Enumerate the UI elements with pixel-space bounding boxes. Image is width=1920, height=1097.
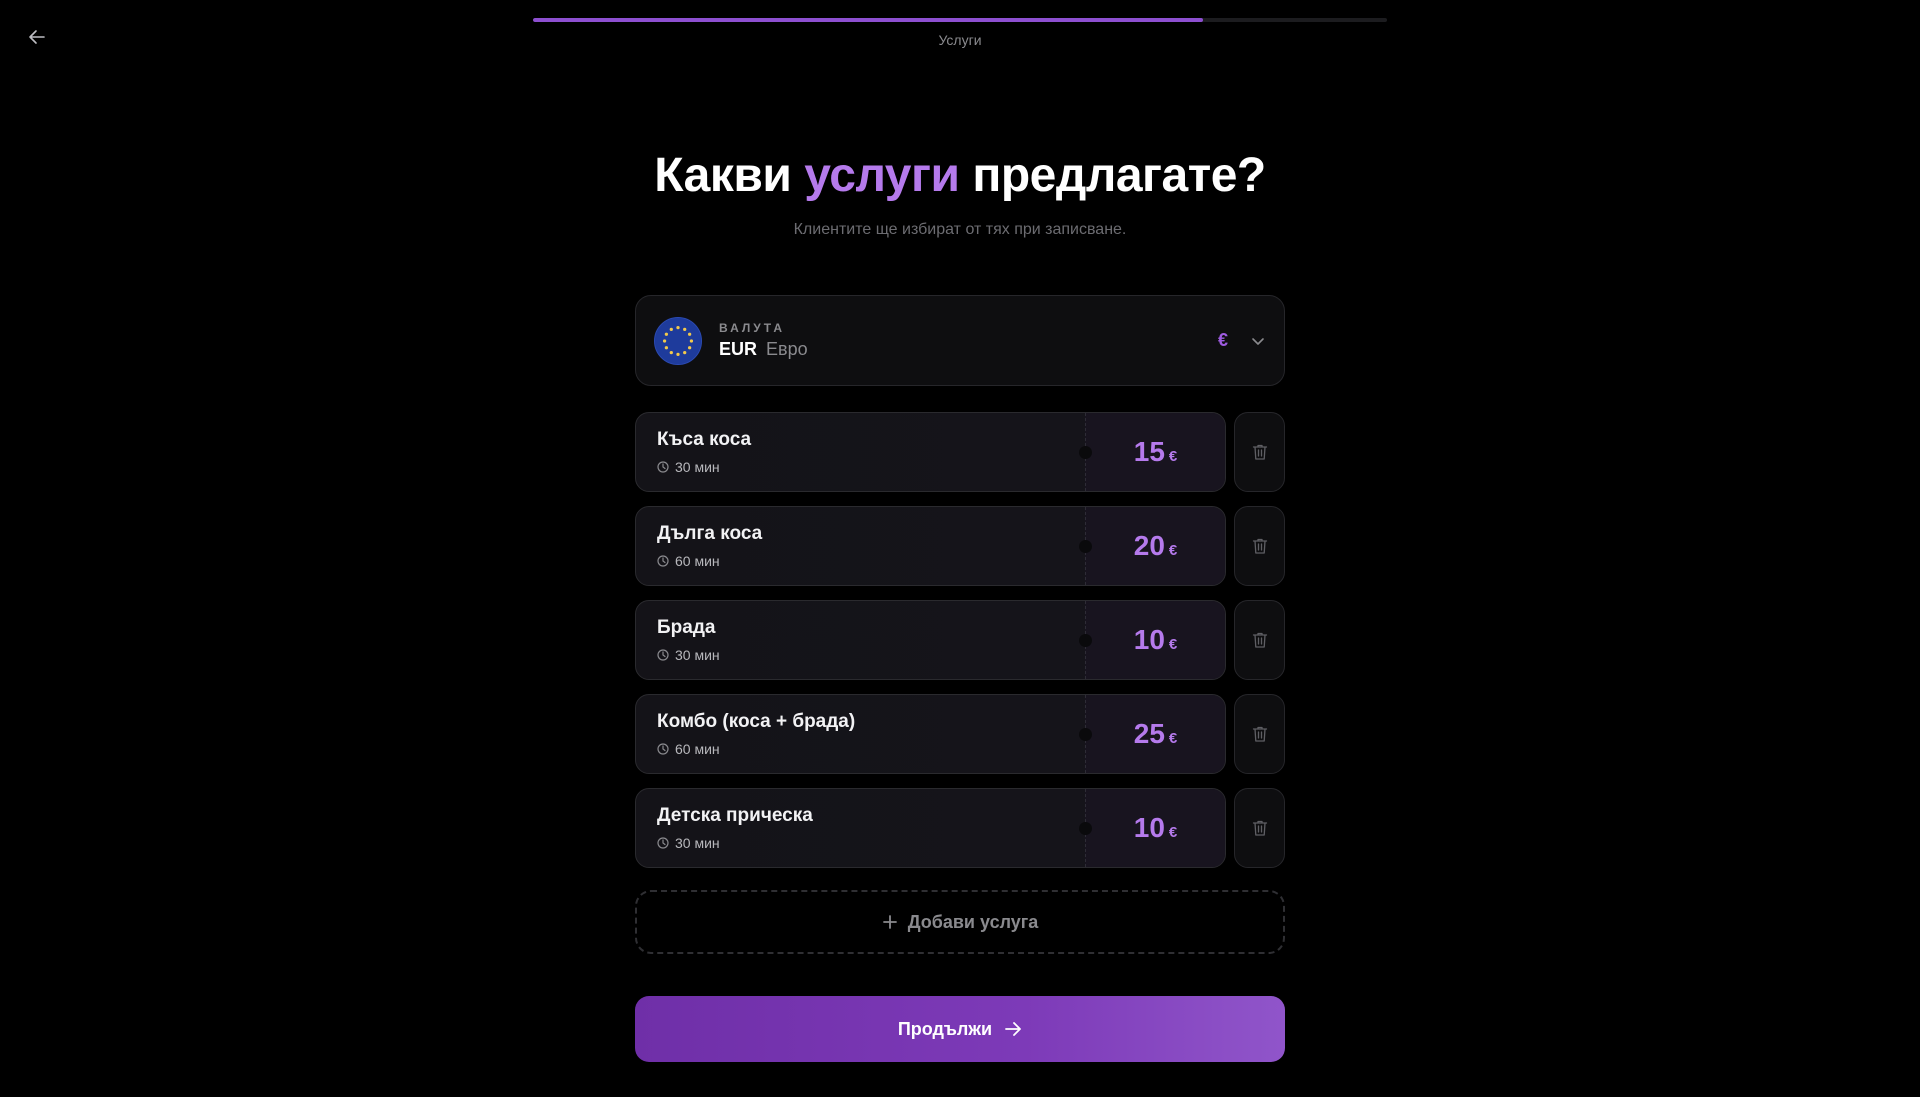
service-card[interactable]: Дълга коса 60 мин 20 € <box>635 506 1226 586</box>
duration-text: 30 мин <box>675 459 720 475</box>
clock-icon <box>657 461 669 473</box>
service-name: Брада <box>657 617 716 638</box>
clock-icon <box>657 555 669 567</box>
service-name: Детска прическа <box>657 805 813 826</box>
service-name: Къса коса <box>657 429 752 450</box>
service-row: Детска прическа 30 мин 10 € <box>635 788 1285 868</box>
price-currency: € <box>1168 448 1178 465</box>
duration-text: 30 мин <box>675 647 720 663</box>
delete-service-button[interactable] <box>1234 600 1285 680</box>
clock-icon <box>657 743 669 755</box>
duration-text: 60 мин <box>675 741 720 757</box>
chevron-down-icon <box>1252 337 1264 345</box>
services-list: Къса коса 30 мин 15 € Дълга коса 60 мин … <box>635 412 1285 882</box>
back-button[interactable] <box>22 22 52 52</box>
arrow-right-icon <box>1005 1022 1022 1036</box>
ticket-notch <box>1079 540 1092 553</box>
title-part-2: предлагате? <box>972 149 1266 202</box>
price-value: 10 <box>1133 812 1165 843</box>
currency-caption: ВАЛУТА <box>719 321 786 335</box>
trash-icon <box>1252 538 1267 554</box>
service-duration: 60 мин <box>657 741 1085 757</box>
delete-service-button[interactable] <box>1234 788 1285 868</box>
service-name: Дълга коса <box>657 523 763 544</box>
add-service-button[interactable]: Добави услуга <box>635 890 1285 954</box>
delete-service-button[interactable] <box>1234 506 1285 586</box>
price-input[interactable]: 10 € <box>1079 789 1225 867</box>
price-input[interactable]: 10 € <box>1079 601 1225 679</box>
price-value: 25 <box>1133 718 1165 749</box>
price-input[interactable]: 20 € <box>1079 507 1225 585</box>
service-info: Детска прическа 30 мин <box>636 789 1085 867</box>
service-info: Къса коса 30 мин <box>636 413 1085 491</box>
trash-icon <box>1252 726 1267 742</box>
title-part-1: Какви <box>654 149 792 202</box>
onboarding-services-page: Услуги Какви услуги предлагате? Клиентит… <box>0 0 1920 1097</box>
eu-flag-icon <box>654 316 702 365</box>
service-row: Дълга коса 60 мин 20 € <box>635 506 1285 586</box>
service-duration: 30 мин <box>657 647 1085 663</box>
duration-text: 30 мин <box>675 835 720 851</box>
clock-icon <box>657 837 669 849</box>
service-card[interactable]: Детска прическа 30 мин 10 € <box>635 788 1226 868</box>
price-currency: € <box>1168 636 1178 653</box>
price-currency: € <box>1168 730 1178 747</box>
continue-label: Продължи <box>897 1018 993 1039</box>
price-currency: € <box>1168 824 1178 841</box>
page-subtitle: Клиентите ще избират от тях при записван… <box>793 221 1127 238</box>
ticket-notch <box>1079 728 1092 741</box>
service-duration: 60 мин <box>657 553 1085 569</box>
service-row: Къса коса 30 мин 15 € <box>635 412 1285 492</box>
step-label: Услуги <box>938 32 982 48</box>
ticket-notch <box>1079 822 1092 835</box>
duration-text: 60 мин <box>675 553 720 569</box>
price-currency: € <box>1168 542 1178 559</box>
price-input[interactable]: 15 € <box>1079 413 1225 491</box>
service-card[interactable]: Комбо (коса + брада) 60 мин 25 € <box>635 694 1226 774</box>
ticket-notch <box>1079 446 1092 459</box>
service-duration: 30 мин <box>657 835 1085 851</box>
delete-service-button[interactable] <box>1234 694 1285 774</box>
progress-track <box>533 18 1387 22</box>
service-info: Брада 30 мин <box>636 601 1085 679</box>
currency-value: EUR Евро <box>719 339 1218 360</box>
trash-icon <box>1252 820 1267 836</box>
progress: Услуги <box>533 18 1387 48</box>
currency-symbol: € <box>1217 330 1228 350</box>
currency-name: Евро <box>766 339 808 359</box>
progress-fill <box>533 18 1204 22</box>
service-row: Брада 30 мин 10 € <box>635 600 1285 680</box>
trash-icon <box>1252 632 1267 648</box>
service-row: Комбо (коса + брада) 60 мин 25 € <box>635 694 1285 774</box>
arrow-left-icon <box>29 30 45 44</box>
service-card[interactable]: Брада 30 мин 10 € <box>635 600 1226 680</box>
clock-icon <box>657 649 669 661</box>
continue-button[interactable]: Продължи <box>635 996 1285 1062</box>
title-accent: услуги <box>804 149 960 202</box>
delete-service-button[interactable] <box>1234 412 1285 492</box>
service-name: Комбо (коса + брада) <box>657 711 856 732</box>
price-input[interactable]: 25 € <box>1079 695 1225 773</box>
currency-text: ВАЛУТА EUR Евро <box>719 321 1218 360</box>
service-info: Дълга коса 60 мин <box>636 507 1085 585</box>
price-value: 20 <box>1133 530 1165 561</box>
trash-icon <box>1252 444 1267 460</box>
add-service-label: Добави услуга <box>907 911 1039 932</box>
service-card[interactable]: Къса коса 30 мин 15 € <box>635 412 1226 492</box>
currency-select[interactable]: ВАЛУТА EUR Евро € <box>635 295 1285 386</box>
ticket-notch <box>1079 634 1092 647</box>
page-title: Какви услуги предлагате? <box>0 148 1920 203</box>
currency-code: EUR <box>719 339 758 359</box>
plus-icon <box>882 915 897 929</box>
price-value: 10 <box>1133 624 1165 655</box>
service-info: Комбо (коса + брада) 60 мин <box>636 695 1085 773</box>
price-value: 15 <box>1133 436 1165 467</box>
service-duration: 30 мин <box>657 459 1085 475</box>
